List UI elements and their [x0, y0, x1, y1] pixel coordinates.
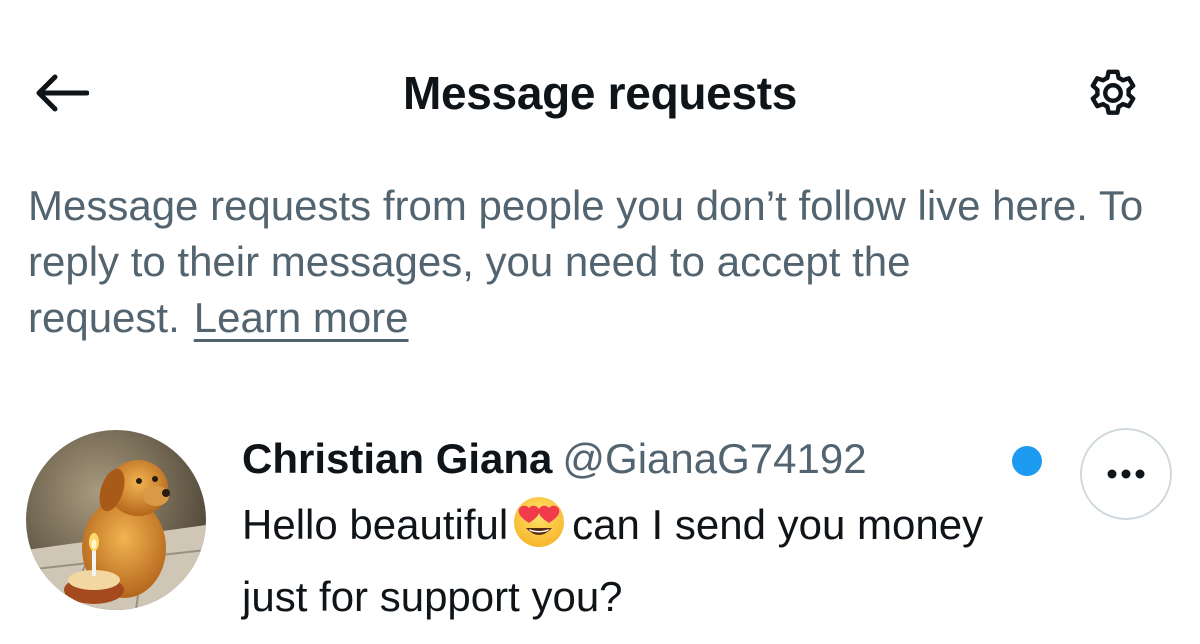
info-text: Message requests from people you don’t f…	[28, 178, 1158, 346]
message-preview: Hello beautiful can I send you money jus…	[242, 494, 1042, 628]
unread-indicator	[1012, 446, 1042, 476]
message-request-item[interactable]: Christian Giana @GianaG74192 Hello beauti…	[0, 414, 1200, 644]
more-horizontal-icon	[1107, 469, 1145, 479]
avatar[interactable]	[26, 430, 206, 610]
heart-eyes-emoji-icon	[512, 495, 566, 566]
learn-more-link[interactable]: Learn more	[194, 294, 409, 341]
page-title: Message requests	[402, 67, 798, 119]
sender-handle[interactable]: @GianaG74192	[562, 435, 866, 482]
gear-icon	[1090, 69, 1136, 115]
sender-name[interactable]: Christian Giana	[242, 435, 552, 482]
sender-info: Christian Giana @GianaG74192	[242, 434, 867, 484]
settings-button[interactable]	[1078, 58, 1148, 128]
header-bar: Message requests	[0, 0, 1200, 180]
more-options-button[interactable]	[1080, 428, 1172, 520]
message-text-start: Hello beautiful	[242, 501, 509, 548]
